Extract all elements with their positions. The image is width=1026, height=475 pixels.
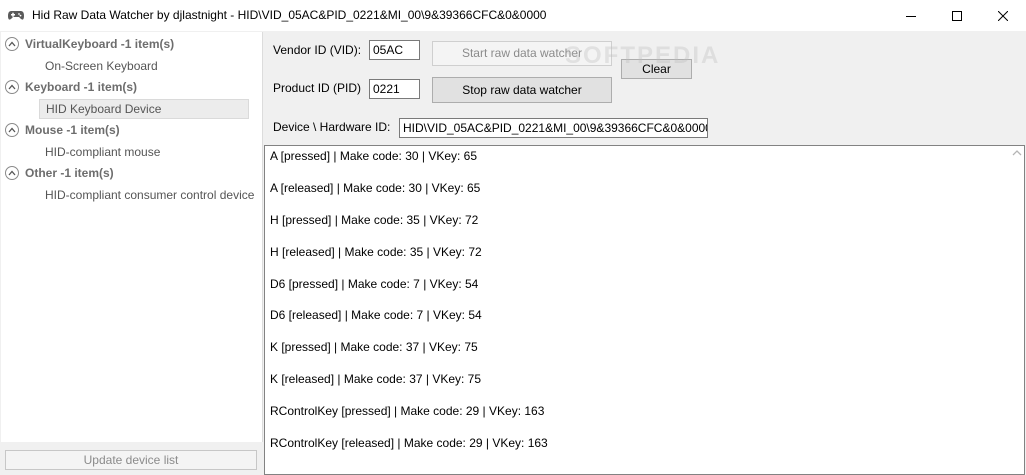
title-bar: Hid Raw Data Watcher by djlastnight - HI… (0, 0, 1026, 31)
group-other[interactable]: Other -1 item(s) (5, 164, 114, 182)
close-icon (998, 10, 1008, 21)
chevron-up-icon[interactable] (5, 166, 19, 180)
gamepad-icon (8, 11, 24, 20)
group-label: Mouse -1 item(s) (25, 123, 120, 137)
tree-item-onscreen-keyboard[interactable]: On-Screen Keyboard (39, 57, 158, 75)
close-button[interactable] (980, 0, 1026, 31)
group-keyboard[interactable]: Keyboard -1 item(s) (5, 78, 137, 96)
update-device-list-button[interactable]: Update device list (5, 450, 257, 470)
vid-input[interactable]: 05AC (369, 40, 420, 60)
minimize-icon (906, 15, 916, 17)
device-tree[interactable]: VirtualKeyboard -1 item(s) On-Screen Key… (1, 32, 263, 442)
log-line: H [pressed] | Make code: 35 | VKey: 72 (270, 213, 479, 227)
tree-item-hid-keyboard-device[interactable]: HID Keyboard Device (39, 99, 249, 119)
raw-data-log[interactable]: A [pressed] | Make code: 30 | VKey: 65 A… (264, 145, 1025, 475)
scroll-up-arrow-icon[interactable] (1012, 149, 1022, 157)
stop-watcher-button[interactable]: Stop raw data watcher (432, 77, 612, 103)
group-label: VirtualKeyboard -1 item(s) (25, 37, 175, 51)
log-line: RControlKey [released] | Make code: 29 |… (270, 436, 548, 450)
chevron-up-icon[interactable] (5, 123, 19, 137)
minimize-button[interactable] (888, 0, 934, 31)
log-line: K [pressed] | Make code: 37 | VKey: 75 (270, 340, 478, 354)
main-content: VirtualKeyboard -1 item(s) On-Screen Key… (0, 31, 1026, 475)
maximize-button[interactable] (934, 0, 980, 31)
log-line: A [pressed] | Make code: 30 | VKey: 65 (270, 149, 478, 163)
maximize-icon (952, 10, 962, 21)
hwid-label: Device \ Hardware ID: (273, 120, 391, 134)
tree-item-consumer-control-device[interactable]: HID-compliant consumer control device (39, 186, 254, 204)
log-line: K [released] | Make code: 37 | VKey: 75 (270, 372, 482, 386)
start-watcher-button[interactable]: Start raw data watcher (432, 41, 612, 66)
log-line: D6 [pressed] | Make code: 7 | VKey: 54 (270, 277, 479, 291)
group-label: Keyboard -1 item(s) (25, 80, 138, 94)
clear-button[interactable]: Clear (621, 59, 692, 79)
vid-label: Vendor ID (VID): (273, 43, 362, 57)
group-label: Other -1 item(s) (25, 166, 114, 180)
chevron-up-icon[interactable] (5, 37, 19, 51)
window-title: Hid Raw Data Watcher by djlastnight - HI… (32, 8, 547, 22)
group-mouse[interactable]: Mouse -1 item(s) (5, 121, 120, 139)
pid-label: Product ID (PID) (273, 81, 362, 95)
pid-input[interactable]: 0221 (369, 79, 420, 99)
log-line: H [released] | Make code: 35 | VKey: 72 (270, 245, 482, 259)
tree-item-hid-compliant-mouse[interactable]: HID-compliant mouse (39, 143, 160, 161)
log-line: RControlKey [pressed] | Make code: 29 | … (270, 404, 545, 418)
log-line: A [released] | Make code: 30 | VKey: 65 (270, 181, 481, 195)
group-virtualkeyboard[interactable]: VirtualKeyboard -1 item(s) (5, 35, 174, 53)
log-line: D6 [released] | Make code: 7 | VKey: 54 (270, 308, 482, 322)
chevron-up-icon[interactable] (5, 80, 19, 94)
hwid-input[interactable]: HID\VID_05AC&PID_0221&MI_00\9&39366CFC&0… (399, 118, 708, 138)
